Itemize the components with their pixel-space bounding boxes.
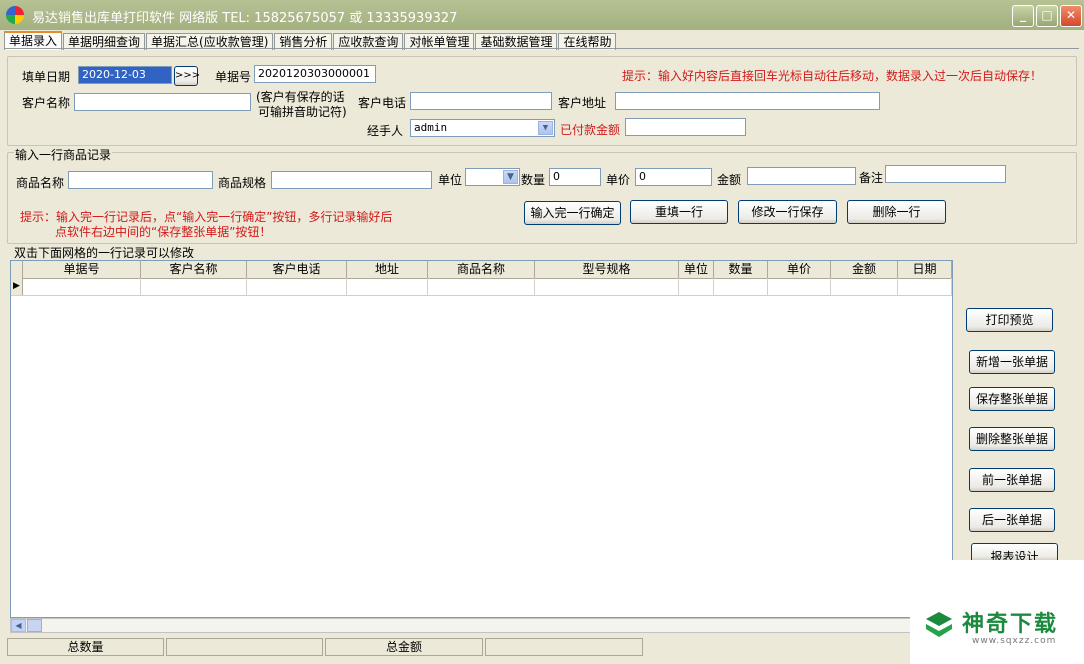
save-order-button[interactable]: 保存整张单据 — [969, 387, 1055, 411]
handler-value: admin — [414, 121, 448, 134]
col-address[interactable]: 地址 — [347, 261, 428, 278]
item-hint-line2: 点软件右边中间的“保存整张单据”按钮！ — [55, 225, 272, 239]
item-name-field[interactable] — [68, 171, 213, 189]
watermark-brand: 神奇下载 — [962, 611, 1059, 637]
date-picker-button[interactable]: >>> — [174, 66, 200, 86]
customer-note-line2: 可输拼音助记符) — [258, 105, 347, 119]
col-order-no[interactable]: 单据号 — [23, 261, 141, 278]
total-amount-label: 总金额 — [325, 638, 483, 656]
qty-label: 数量 — [521, 173, 546, 187]
remark-field[interactable] — [885, 165, 1006, 183]
table-row[interactable]: ▶ — [11, 278, 952, 296]
cell[interactable] — [428, 278, 535, 295]
col-customer-phone[interactable]: 客户电话 — [247, 261, 347, 278]
col-amount[interactable]: 金额 — [831, 261, 898, 278]
delete-row-button[interactable]: 删除一行 — [847, 200, 946, 224]
unit-select[interactable]: ▼ — [465, 168, 520, 186]
print-preview-button[interactable]: 打印预览 — [966, 308, 1053, 332]
modify-row-button[interactable]: 修改一行保存 — [738, 200, 837, 224]
confirm-row-button[interactable]: 输入完一行确定 — [524, 201, 621, 225]
paid-amount-label: 已付款金额 — [560, 123, 621, 137]
price-field[interactable]: 0 — [635, 168, 712, 186]
prev-order-button[interactable]: 前一张单据 — [969, 468, 1055, 492]
col-customer-name[interactable]: 客户名称 — [141, 261, 247, 278]
customer-name-label: 客户名称 — [22, 96, 71, 110]
cell[interactable] — [247, 278, 347, 295]
refill-row-button[interactable]: 重填一行 — [630, 200, 728, 224]
cell[interactable] — [831, 278, 898, 295]
unit-label: 单位 — [438, 173, 463, 187]
order-no-field[interactable]: 2020120303000001 — [254, 65, 376, 83]
col-spec[interactable]: 型号规格 — [535, 261, 679, 278]
amount-field[interactable] — [747, 167, 856, 185]
chevron-down-icon[interactable]: ▼ — [538, 121, 553, 135]
col-item-name[interactable]: 商品名称 — [428, 261, 535, 278]
customer-phone-field[interactable] — [410, 92, 552, 110]
handler-label: 经手人 — [367, 124, 404, 138]
grid-header: 单据号 客户名称 客户电话 地址 商品名称 型号规格 单位 数量 单价 金额 日… — [11, 261, 952, 279]
window-title: 易达销售出库单打印软件 网络版 TEL: 15825675057 或 13335… — [32, 11, 458, 26]
cell[interactable] — [714, 278, 768, 295]
scroll-thumb[interactable] — [27, 619, 42, 632]
watermark: 神奇下载 www.sqxzz.com — [910, 560, 1084, 664]
new-order-button[interactable]: 新增一张单据 — [969, 350, 1055, 374]
total-qty-label: 总数量 — [7, 638, 164, 656]
maximize-icon[interactable]: □ — [1036, 5, 1058, 27]
date-field[interactable]: 2020-12-03 — [78, 66, 172, 84]
cell[interactable] — [347, 278, 428, 295]
handler-select[interactable]: admin ▼ — [410, 119, 555, 137]
col-unit[interactable]: 单位 — [679, 261, 714, 278]
col-qty[interactable]: 数量 — [714, 261, 768, 278]
scroll-left-icon[interactable]: ◀ — [11, 619, 26, 632]
item-group-title: 输入一行商品记录 — [14, 146, 113, 163]
qty-field[interactable]: 0 — [549, 168, 601, 186]
customer-address-label: 客户地址 — [558, 96, 607, 110]
main-tabs: 单据录入 单据明细查询 单据汇总(应收款管理) 销售分析 应收款查询 对帐单管理… — [4, 31, 617, 50]
title-bar: 易达销售出库单打印软件 网络版 TEL: 15825675057 或 13335… — [0, 0, 1084, 30]
cell[interactable] — [141, 278, 247, 295]
close-icon[interactable]: ✕ — [1060, 5, 1082, 27]
amount-label: 金额 — [717, 173, 742, 187]
cell[interactable] — [898, 278, 952, 295]
next-order-button[interactable]: 后一张单据 — [969, 508, 1055, 532]
cell[interactable] — [768, 278, 831, 295]
item-name-label: 商品名称 — [16, 176, 65, 190]
item-spec-field[interactable] — [271, 171, 432, 189]
date-label: 填单日期 — [22, 70, 71, 84]
row-indicator-header — [11, 261, 23, 278]
report-design-button[interactable]: 报表设计 — [971, 543, 1058, 560]
row-indicator-icon: ▶ — [11, 278, 23, 295]
remark-label: 备注 — [859, 171, 884, 185]
tab-divider — [4, 48, 1079, 49]
customer-phone-label: 客户电话 — [358, 96, 407, 110]
app-logo-icon — [6, 6, 24, 24]
delete-order-button[interactable]: 删除整张单据 — [969, 427, 1055, 451]
customer-address-field[interactable] — [615, 92, 880, 110]
col-date[interactable]: 日期 — [898, 261, 952, 278]
cell[interactable] — [23, 278, 141, 295]
col-price[interactable]: 单价 — [768, 261, 831, 278]
watermark-logo-icon — [926, 612, 952, 637]
minimize-icon[interactable]: _ — [1012, 5, 1034, 27]
horizontal-scrollbar[interactable]: ◀ — [10, 618, 953, 633]
total-amount-value — [485, 638, 643, 656]
watermark-url: www.sqxzz.com — [972, 636, 1057, 646]
customer-name-field[interactable] — [74, 93, 251, 111]
item-spec-label: 商品规格 — [218, 176, 267, 190]
order-no-label: 单据号 — [215, 70, 252, 84]
cell[interactable] — [535, 278, 679, 295]
paid-amount-field[interactable] — [625, 118, 746, 136]
entry-hint: 提示：输入好内容后直接回车光标自动往后移动，数据录入过一次后自动保存！ — [622, 69, 1043, 83]
order-grid[interactable]: 单据号 客户名称 客户电话 地址 商品名称 型号规格 单位 数量 单价 金额 日… — [10, 260, 953, 618]
chevron-down-icon[interactable]: ▼ — [503, 170, 518, 184]
cell[interactable] — [679, 278, 714, 295]
grid-caption: 双击下面网格的一行记录可以修改 — [14, 246, 195, 260]
price-label: 单价 — [606, 173, 631, 187]
total-qty-value — [166, 638, 323, 656]
